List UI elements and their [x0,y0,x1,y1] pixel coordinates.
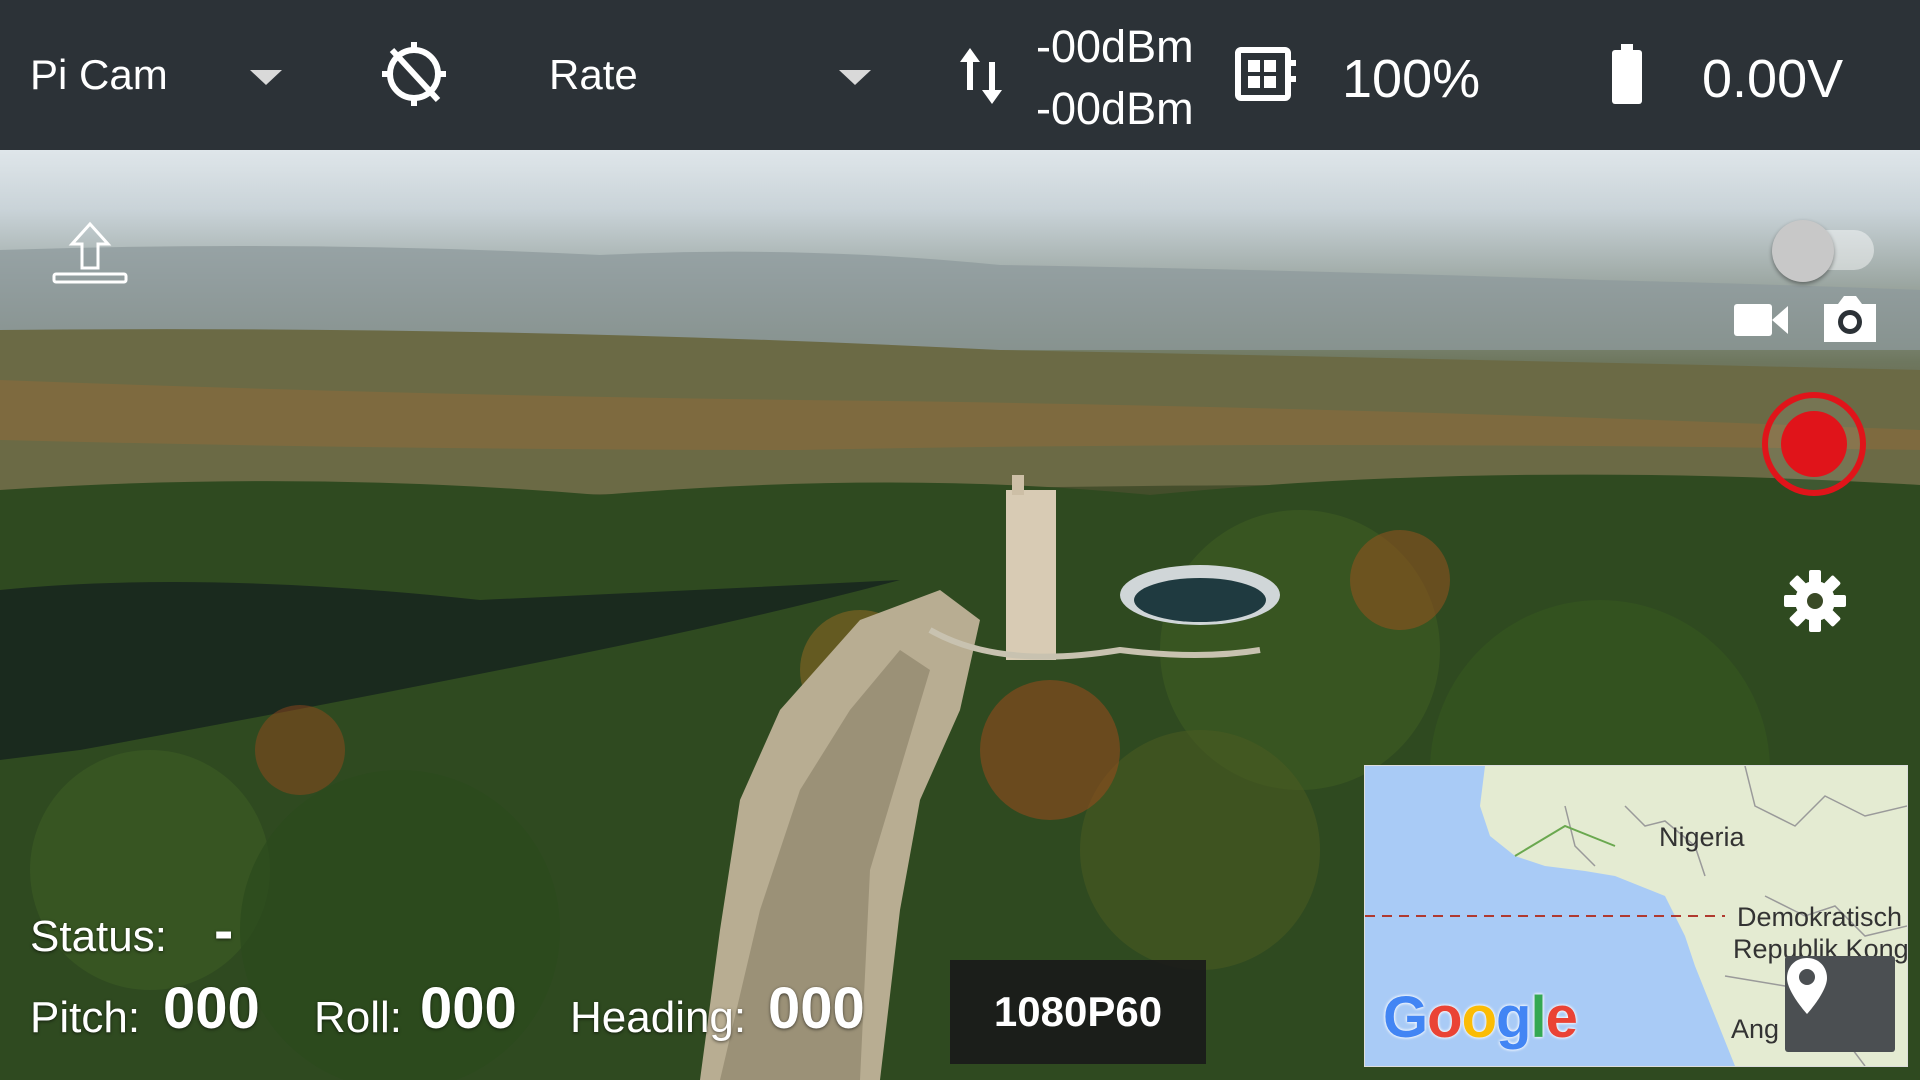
record-icon [1781,411,1847,477]
upload-icon[interactable] [52,220,128,289]
cpu-icon [1232,46,1298,107]
flight-mode-value: Rate [549,51,638,98]
resolution-badge[interactable]: 1080P60 [950,960,1206,1064]
pitch-label: Pitch: [30,993,141,1042]
roll-label: Roll: [314,993,403,1042]
google-logo: Google [1383,985,1578,1050]
battery-voltage-value: 0.00V [1702,49,1844,109]
map-label-drc: Demokratisch [1737,902,1903,932]
map-label-nigeria: Nigeria [1659,822,1745,852]
flight-mode-select[interactable]: Rate [549,54,879,100]
toggle-knob[interactable] [1772,220,1834,282]
signal-up-down-icon [958,46,1006,111]
map-pin-icon [1787,958,1827,1014]
downlink-signal-value: -00dBm [1036,83,1194,134]
map-label-angola: Ang [1731,1014,1780,1044]
top-status-bar: Pi Cam Rate -00dBm -00dBm 100% 0.00V [0,0,1920,150]
camera-icon[interactable] [1820,292,1880,351]
uplink-signal-value: -00dBm [1036,21,1194,72]
chevron-down-icon [250,70,282,85]
status-label: Status: [30,912,167,961]
chevron-down-icon [839,70,871,85]
heading-label: Heading: [570,993,747,1042]
gear-icon[interactable] [1782,568,1848,639]
camera-select-value: Pi Cam [30,51,168,98]
record-button[interactable] [1762,392,1866,496]
status-value: - [214,898,234,963]
heading-value: 000 [768,976,865,1041]
pitch-value: 000 [163,976,260,1041]
video-camera-icon[interactable] [1732,300,1790,345]
my-location-button[interactable] [1785,956,1895,1052]
battery-icon [1610,44,1644,111]
cpu-usage-value: 100% [1342,49,1481,109]
gps-off-icon [378,38,450,115]
mini-map[interactable]: Nigeria Demokratisch Republik Kong Ang G… [1364,765,1908,1067]
camera-select[interactable]: Pi Cam [30,54,290,100]
resolution-value: 1080P60 [993,988,1163,1035]
roll-value: 000 [420,976,517,1041]
video-feed: Status: - Pitch: 000 Roll: 000 Heading: … [0,150,1920,1080]
